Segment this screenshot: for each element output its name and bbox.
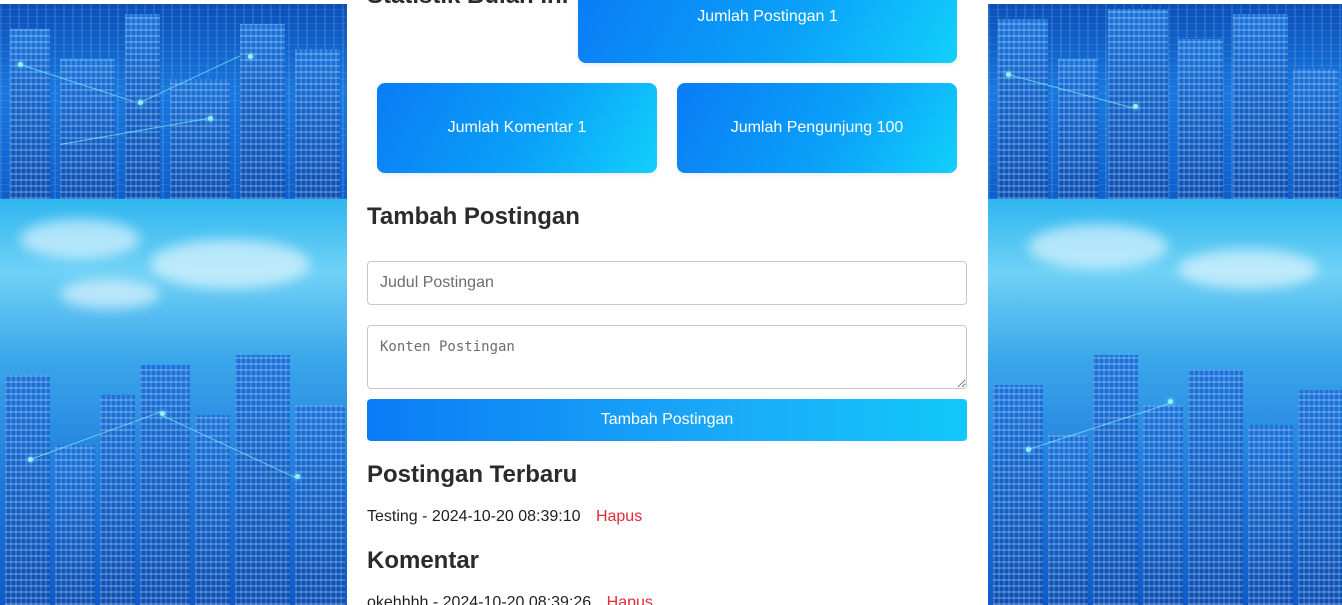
delete-post-link[interactable]: Hapus	[596, 508, 642, 525]
comment-entry-text: okehhhh - 2024-10-20 08:39:26	[367, 594, 592, 605]
background-tile	[0, 4, 347, 199]
add-post-button[interactable]: Tambah Postingan	[367, 399, 967, 441]
posts-count-label: Jumlah Postingan 1	[697, 8, 838, 25]
stats-heading: Statistik Bulan Ini	[367, 0, 568, 10]
visitors-count-label: Jumlah Pengunjung 100	[730, 119, 904, 136]
post-title-input[interactable]	[367, 261, 967, 305]
background-tile	[988, 4, 1342, 199]
comments-count-label: Jumlah Komentar 1	[447, 119, 587, 136]
list-item: okehhhh - 2024-10-20 08:39:26 Hapus	[367, 594, 653, 605]
post-entry-text: Testing - 2024-10-20 08:39:10	[367, 508, 581, 525]
visitors-count-card: Jumlah Pengunjung 100	[677, 83, 957, 173]
comments-heading: Komentar	[367, 547, 480, 574]
add-post-heading: Tambah Postingan	[367, 203, 580, 230]
post-content-textarea[interactable]	[367, 325, 967, 389]
comments-count-card: Jumlah Komentar 1	[377, 83, 657, 173]
delete-comment-link[interactable]: Hapus	[607, 594, 653, 605]
posts-count-card: Jumlah Postingan 1	[578, 0, 957, 63]
background-tile	[0, 199, 347, 605]
latest-posts-heading: Postingan Terbaru	[367, 461, 578, 488]
dashboard-panel: Statistik Bulan Ini Jumlah Postingan 1 J…	[347, 0, 988, 605]
list-item: Testing - 2024-10-20 08:39:10 Hapus	[367, 508, 642, 526]
background-tile	[988, 199, 1342, 605]
